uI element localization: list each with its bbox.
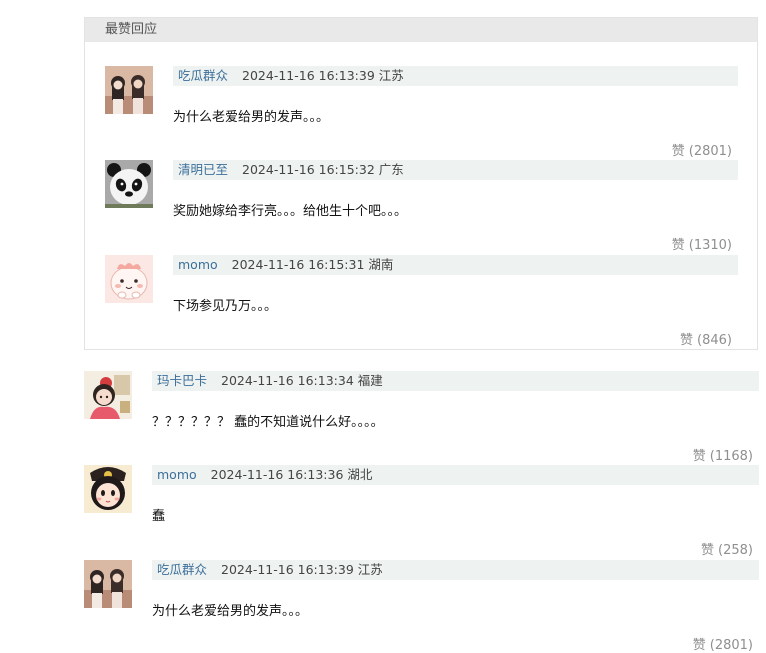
comment-location: 湖北 [347, 467, 373, 482]
comment-meta: 玛卡巴卡 2024-11-16 16:13:34 福建 [152, 371, 759, 391]
comment-time: 2024-11-16 16:13:39 [221, 562, 354, 577]
comment-text: 奖励她嫁给李行亮。。。给他生十个吧。。。 [173, 204, 408, 219]
like-button[interactable]: 赞 (2801) [693, 634, 753, 653]
like-button[interactable]: 赞 (1168) [693, 445, 753, 464]
username-link[interactable]: 清明已至 [173, 162, 228, 177]
like-count: (1168) [709, 449, 753, 464]
comment-item: momo 2024-11-16 16:13:36 湖北 蠢 赞 (258) [84, 465, 759, 558]
comment-meta: momo 2024-11-16 16:15:31 湖南 [173, 255, 738, 275]
avatar[interactable] [84, 465, 132, 513]
like-label: 赞 [692, 638, 706, 653]
comment-meta: momo 2024-11-16 16:13:36 湖北 [152, 465, 759, 485]
comment-location: 江苏 [378, 68, 404, 83]
comment-text: 为什么老爱给男的发声。。。 [152, 604, 309, 619]
comment-time: 2024-11-16 16:15:32 [242, 162, 375, 177]
username-link[interactable]: 玛卡巴卡 [152, 373, 207, 388]
comment-time: 2024-11-16 16:15:31 [231, 257, 365, 272]
avatar[interactable] [84, 560, 132, 608]
like-count: (846) [697, 333, 732, 348]
top-comment-item: momo 2024-11-16 16:15:31 湖南 下场参见乃万。。。 赞 (84… [105, 255, 738, 348]
comment-location: 广东 [378, 162, 404, 177]
like-label: 赞 [671, 144, 685, 159]
comment-location: 江苏 [357, 562, 383, 577]
username-link[interactable]: 吃瓜群众 [152, 562, 207, 577]
like-label: 赞 [701, 543, 715, 558]
like-button[interactable]: 赞 (1310) [672, 234, 732, 253]
comment-time: 2024-11-16 16:13:34 [221, 373, 354, 388]
avatar[interactable] [105, 255, 153, 303]
username-link[interactable]: 吃瓜群众 [173, 68, 228, 83]
like-label: 赞 [692, 449, 706, 464]
top-comment-item: 吃瓜群众 2024-11-16 16:13:39 江苏 为什么老爱给男的发声。。。 … [105, 66, 738, 159]
like-count: (2801) [688, 144, 732, 159]
like-label: 赞 [680, 333, 694, 348]
comment-location: 福建 [357, 373, 383, 388]
comment-item: 玛卡巴卡 2024-11-16 16:13:34 福建 ？？？？？？ 蠢的不知道说什… [84, 371, 759, 464]
top-comment-item: 清明已至 2024-11-16 16:15:32 广东 奖励她嫁给李行亮。。。给他生… [105, 160, 738, 253]
comment-item: 吃瓜群众 2024-11-16 16:13:39 江苏 为什么老爱给男的发声。。。 … [84, 560, 759, 653]
like-label: 赞 [671, 238, 685, 253]
like-button[interactable]: 赞 (258) [701, 539, 753, 558]
comment-text: 为什么老爱给男的发声。。。 [173, 110, 330, 125]
comment-meta: 吃瓜群众 2024-11-16 16:13:39 江苏 [173, 66, 738, 86]
like-count: (1310) [688, 238, 732, 253]
avatar[interactable] [84, 371, 132, 419]
username-link[interactable]: momo [152, 467, 197, 482]
comment-time: 2024-11-16 16:13:36 [210, 467, 344, 482]
comment-time: 2024-11-16 16:13:39 [242, 68, 375, 83]
avatar[interactable] [105, 66, 153, 114]
avatar[interactable] [105, 160, 153, 208]
comment-text: 蠢 [152, 509, 166, 524]
username-link[interactable]: momo [173, 257, 218, 272]
comment-meta: 吃瓜群众 2024-11-16 16:13:39 江苏 [152, 560, 759, 580]
comment-meta: 清明已至 2024-11-16 16:15:32 广东 [173, 160, 738, 180]
like-button[interactable]: 赞 (846) [680, 329, 732, 348]
comment-text: 下场参见乃万。。。 [173, 299, 278, 314]
like-count: (2801) [709, 638, 753, 653]
comment-location: 湖南 [368, 257, 394, 272]
top-comments-title: 最赞回应 [85, 18, 757, 42]
comment-text: ？？？？？？ 蠢的不知道说什么好。。。。 [152, 415, 384, 430]
like-button[interactable]: 赞 (2801) [672, 140, 732, 159]
like-count: (258) [718, 543, 753, 558]
